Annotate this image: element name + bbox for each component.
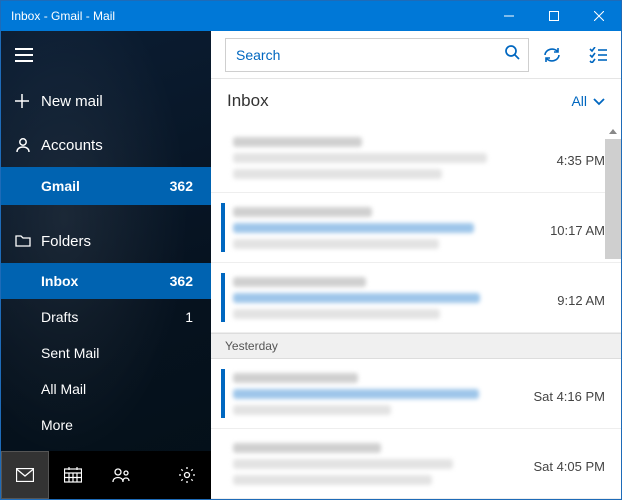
minimize-button[interactable] (486, 1, 531, 31)
message-row[interactable]: 9:12 AM (211, 263, 621, 333)
message-time: 10:17 AM (550, 203, 605, 238)
folder-item[interactable]: More (1, 407, 211, 443)
message-preview (233, 203, 550, 252)
unread-bar (221, 133, 225, 182)
folder-item[interactable]: All Mail (1, 371, 211, 407)
message-row[interactable]: Sat 4:16 PM (211, 359, 621, 429)
chevron-down-icon (593, 93, 605, 109)
message-list: 4:35 PM 10:17 AM 9:12 AMYesterday Sat (211, 123, 621, 499)
scroll-up-icon[interactable] (605, 123, 621, 139)
window-title: Inbox - Gmail - Mail (11, 9, 486, 23)
accounts-label: Accounts (41, 137, 197, 154)
mail-tab-button[interactable] (1, 451, 49, 499)
message-time: 4:35 PM (557, 133, 605, 168)
toolbar (211, 31, 621, 79)
message-time: 9:12 AM (557, 273, 605, 308)
search-input[interactable] (236, 47, 504, 63)
main-panel: Inbox All 4:35 PM 1 (211, 31, 621, 499)
close-button[interactable] (576, 1, 621, 31)
folders-header[interactable]: Folders (1, 219, 211, 263)
account-name: Gmail (41, 178, 170, 194)
sync-button[interactable] (529, 31, 575, 79)
folder-name: Drafts (41, 309, 185, 325)
hamburger-button[interactable] (1, 31, 211, 79)
unread-bar (221, 439, 225, 488)
unread-bar (221, 369, 225, 418)
message-time: Sat 4:16 PM (533, 369, 605, 404)
scrollbar[interactable] (605, 123, 621, 499)
folder-count: 1 (185, 309, 193, 325)
message-preview (233, 273, 557, 322)
search-icon (504, 44, 520, 65)
bottom-bar (1, 451, 211, 499)
unread-bar (221, 203, 225, 252)
message-time: Sat 4:05 PM (533, 439, 605, 474)
account-count: 362 (170, 178, 193, 194)
folder-count: 362 (170, 273, 193, 289)
folder-name: All Mail (41, 381, 193, 397)
settings-button[interactable] (163, 451, 211, 499)
list-title: Inbox (227, 91, 571, 111)
folders-label: Folders (41, 233, 91, 250)
plus-icon (15, 94, 41, 108)
message-preview (233, 439, 533, 488)
folder-icon (15, 234, 41, 248)
message-row[interactable]: 10:17 AM (211, 193, 621, 263)
people-tab-button[interactable] (97, 451, 145, 499)
message-preview (233, 369, 533, 418)
folder-name: More (41, 417, 193, 433)
scroll-thumb[interactable] (605, 139, 621, 259)
new-mail-button[interactable]: New mail (1, 79, 211, 123)
accounts-header[interactable]: Accounts (1, 123, 211, 167)
folder-item[interactable]: Sent Mail (1, 335, 211, 371)
folder-name: Inbox (41, 273, 170, 289)
message-row[interactable]: Sat 4:05 PM (211, 429, 621, 499)
maximize-button[interactable] (531, 1, 576, 31)
folder-item[interactable]: Drafts1 (1, 299, 211, 335)
search-field[interactable] (225, 38, 529, 72)
select-mode-button[interactable] (575, 31, 621, 79)
message-preview (233, 133, 557, 182)
new-mail-label: New mail (41, 93, 197, 110)
sidebar: New mail Accounts Gmail362 Folders Inbox… (1, 31, 211, 499)
list-header: Inbox All (211, 79, 621, 123)
title-bar: Inbox - Gmail - Mail (1, 1, 621, 31)
person-icon (15, 137, 41, 153)
calendar-tab-button[interactable] (49, 451, 97, 499)
folder-name: Sent Mail (41, 345, 193, 361)
group-header: Yesterday (211, 333, 621, 359)
message-row[interactable]: 4:35 PM (211, 123, 621, 193)
folder-item[interactable]: Inbox362 (1, 263, 211, 299)
unread-bar (221, 273, 225, 322)
filter-label: All (571, 93, 587, 109)
account-item[interactable]: Gmail362 (1, 167, 211, 205)
filter-dropdown[interactable]: All (571, 93, 605, 109)
